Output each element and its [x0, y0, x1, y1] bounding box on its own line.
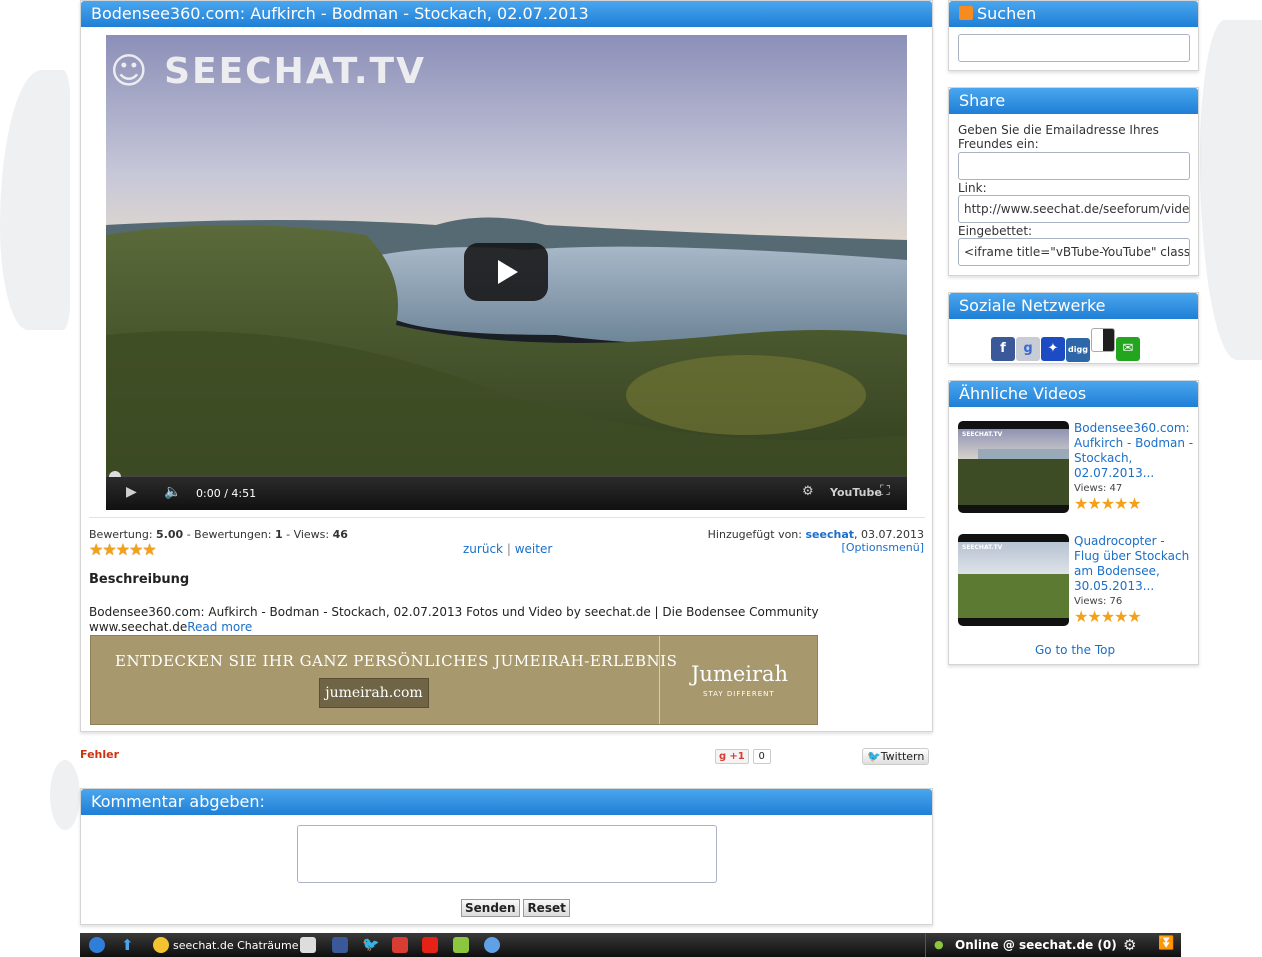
- fullscreen-icon[interactable]: ⛶: [880, 483, 890, 499]
- thumb-logo: SEECHAT.TV: [962, 544, 1003, 551]
- volume-icon[interactable]: 🔈: [164, 484, 181, 500]
- search-input[interactable]: [958, 34, 1190, 62]
- read-more-link[interactable]: Read more: [187, 620, 252, 634]
- share-header: Share: [949, 88, 1198, 114]
- play-icon[interactable]: ▶: [126, 484, 137, 500]
- social-box: Soziale Netzwerke f g ✦ digg ✉: [948, 292, 1199, 364]
- online-status[interactable]: Online @ seechat.de (0): [955, 938, 1117, 952]
- ad-headline: ENTDECKEN SIE IHR GANZ PERSÖNLICHES JUME…: [115, 652, 678, 670]
- related-thumbnail[interactable]: SEECHAT.TV: [958, 421, 1069, 513]
- ad-divider: [659, 636, 660, 724]
- social-header: Soziale Netzwerke: [949, 293, 1198, 319]
- apple-icon[interactable]: [484, 937, 500, 953]
- video-title: Bodensee360.com: Aufkirch - Bodman - Sto…: [91, 4, 589, 23]
- comment-buttons: Senden Reset: [461, 899, 570, 917]
- rating-stars[interactable]: ★★★★★: [89, 540, 157, 559]
- error-text: Fehler: [80, 748, 120, 761]
- search-header: Suchen: [949, 1, 1198, 27]
- divider: [89, 517, 925, 518]
- bottom-toolbar: ⬆ seechat.de Chaträume 🐦 ● Online @ seec…: [80, 933, 1181, 957]
- time-display: 0:00 / 4:51: [196, 487, 257, 500]
- back-link[interactable]: zurück: [463, 542, 503, 556]
- related-header: Ähnliche Videos: [949, 381, 1198, 407]
- go-to-top-link[interactable]: Go to the Top: [1035, 643, 1115, 657]
- description-heading: Beschreibung: [89, 572, 190, 587]
- related-stars: ★★★★★: [1074, 494, 1142, 513]
- added-by: Hinzugefügt von: seechat, 03.07.2013 [Op…: [707, 528, 924, 554]
- twitter-bird-icon: 🐦: [867, 750, 881, 763]
- background-silhouette-left-lower: [50, 760, 80, 830]
- youtube-icon[interactable]: [422, 937, 438, 953]
- channel-logo: ☺ SEECHAT.TV: [110, 51, 426, 92]
- share-box: Share Geben Sie die Emailadresse Ihres F…: [948, 87, 1199, 276]
- share-link-input[interactable]: http://www.seechat.de/seeforum/videos: [958, 195, 1190, 223]
- twitter-icon[interactable]: 🐦: [362, 937, 379, 953]
- digg-icon[interactable]: digg: [1066, 338, 1090, 362]
- chat-icon[interactable]: ✉: [1116, 337, 1140, 361]
- related-stars: ★★★★★: [1074, 607, 1142, 626]
- plus-one-button[interactable]: g +1: [715, 749, 749, 764]
- rss-icon[interactable]: [959, 6, 973, 20]
- gear-icon[interactable]: ⚙: [1123, 936, 1136, 954]
- pager: zurück | weiter: [463, 542, 553, 556]
- youtube-logo[interactable]: YouTube: [830, 486, 882, 499]
- background-silhouette-right: [1200, 20, 1262, 360]
- play-button-large[interactable]: [464, 243, 548, 301]
- google-plus-icon[interactable]: [392, 937, 408, 953]
- video-control-bar: ▶ 🔈 0:00 / 4:51 ⚙ YouTube ⛶: [106, 477, 907, 510]
- reset-button[interactable]: Reset: [523, 899, 570, 917]
- share-email-label: Geben Sie die Emailadresse Ihres Freunde…: [958, 123, 1159, 151]
- video-panel: Bodensee360.com: Aufkirch - Bodman - Sto…: [80, 0, 933, 732]
- related-text: Quadrocopter - Flug über Stockach am Bod…: [1074, 534, 1194, 625]
- related-text: Bodensee360.com: Aufkirch - Bodman - Sto…: [1074, 421, 1194, 512]
- smiley-icon[interactable]: [153, 937, 169, 953]
- google-plus-one[interactable]: g +1 0: [715, 748, 771, 764]
- toolbar-divider: [925, 933, 926, 957]
- next-link[interactable]: weiter: [515, 542, 553, 556]
- plus-one-count: 0: [752, 749, 771, 764]
- share-email-input[interactable]: [958, 152, 1190, 180]
- globe-icon[interactable]: [89, 937, 105, 953]
- description-text: Bodensee360.com: Aufkirch - Bodman - Sto…: [89, 605, 819, 634]
- settings-icon[interactable]: ⚙: [802, 484, 814, 499]
- upload-icon[interactable]: ⬆: [121, 937, 137, 953]
- share-embed-label: Eingebettet:: [958, 224, 1033, 238]
- chat-rooms-link[interactable]: seechat.de Chaträume: [173, 939, 299, 952]
- myspace-icon[interactable]: ✦: [1041, 337, 1065, 361]
- search-box: Suchen: [948, 0, 1199, 71]
- jumeirah-ad-banner[interactable]: ENTDECKEN SIE IHR GANZ PERSÖNLICHES JUME…: [90, 635, 818, 725]
- collapse-icon[interactable]: ⏬: [1158, 936, 1174, 951]
- related-thumbnail[interactable]: SEECHAT.TV: [958, 534, 1069, 626]
- comment-panel: Kommentar abgeben: Senden Reset: [80, 788, 933, 925]
- comment-heading: Kommentar abgeben:: [81, 789, 932, 815]
- android-icon[interactable]: [453, 937, 469, 953]
- delicious-icon[interactable]: [1091, 328, 1115, 352]
- comment-textarea[interactable]: [297, 825, 717, 883]
- background-silhouette-left: [0, 70, 70, 330]
- share-link-label: Link:: [958, 181, 987, 195]
- video-player[interactable]: ☺ SEECHAT.TV ▶ 🔈 0:00 / 4:51 ⚙ YouTube ⛶: [106, 35, 907, 510]
- video-title-bar: Bodensee360.com: Aufkirch - Bodman - Sto…: [81, 1, 932, 27]
- thumb-logo: SEECHAT.TV: [962, 431, 1003, 438]
- google-icon[interactable]: g: [1016, 337, 1040, 361]
- related-title-link[interactable]: Quadrocopter - Flug über Stockach am Bod…: [1074, 534, 1189, 593]
- share-embed-input[interactable]: <iframe title="vBTube-YouTube" class: [958, 238, 1190, 266]
- social-icons: f g ✦ digg ✉: [991, 328, 1141, 362]
- options-menu-link[interactable]: [Optionsmenü]: [842, 541, 924, 554]
- facebook-icon[interactable]: f: [991, 337, 1015, 361]
- related-videos-box: Ähnliche Videos SEECHAT.TV Bodensee360.c…: [948, 380, 1199, 665]
- tweet-button[interactable]: 🐦Twittern: [862, 748, 930, 765]
- related-title-link[interactable]: Bodensee360.com: Aufkirch - Bodman - Sto…: [1074, 421, 1193, 480]
- facebook-icon[interactable]: [332, 937, 348, 953]
- ad-tagline: STAY DIFFERENT: [703, 690, 775, 698]
- send-button[interactable]: Senden: [461, 899, 520, 917]
- ad-button[interactable]: jumeirah.com: [319, 678, 429, 708]
- window-icon[interactable]: [300, 937, 316, 953]
- added-by-user-link[interactable]: seechat: [806, 528, 855, 541]
- ad-brand: Jumeirah: [691, 662, 789, 686]
- users-icon: ●: [934, 938, 944, 951]
